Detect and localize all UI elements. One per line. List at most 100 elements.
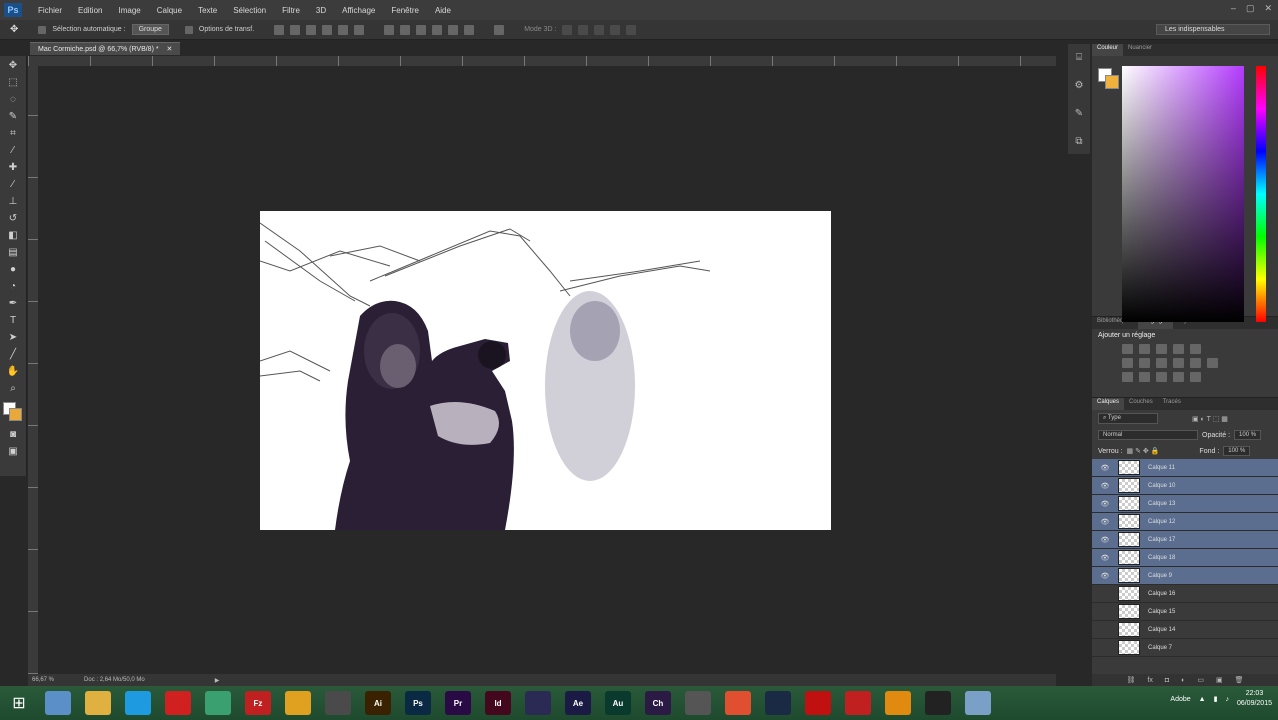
taskbar-ring-app-icon[interactable] [325,691,351,715]
black-white-icon[interactable] [1156,358,1167,368]
layer-row[interactable]: 👁 Calque 17 [1092,531,1278,549]
zoom-level[interactable]: 66,67 % [32,677,54,683]
brightness-icon[interactable] [1122,344,1133,354]
threshold-icon[interactable] [1156,372,1167,382]
visibility-eye-icon[interactable]: 👁 [1098,518,1112,526]
taskbar-audition-icon[interactable]: Au [605,691,631,715]
layer-row[interactable]: Calque 16 [1092,585,1278,603]
distribute-bottom-icon[interactable] [416,24,427,35]
delete-layer-icon[interactable]: 🗑 [1235,676,1244,684]
taskbar-filezilla-icon[interactable]: Fz [245,691,271,715]
dodge-tool-icon[interactable]: ◔ [6,280,20,294]
clone-source-panel-icon[interactable]: ⧉ [1073,136,1085,148]
history-brush-tool-icon[interactable]: ↺ [6,212,20,226]
pen-tool-icon[interactable]: ✒ [6,297,20,311]
move-tool-icon[interactable]: ✥ [10,24,18,35]
align-left-icon[interactable] [322,24,333,35]
new-layer-icon[interactable]: ▣ [1216,676,1223,684]
tab-couleur[interactable]: Couleur [1092,44,1124,56]
vibrance-icon[interactable] [1190,344,1201,354]
taskbar-illustrator-icon[interactable]: Ai [365,691,391,715]
hue-slider[interactable] [1256,66,1266,322]
status-menu-arrow-icon[interactable]: ▶ [215,677,220,684]
taskbar-character-animator-icon[interactable]: Ch [645,691,671,715]
properties-panel-icon[interactable]: ⚙ [1073,80,1085,92]
menu-fenetre[interactable]: Fenêtre [383,6,427,15]
fill-field[interactable]: 100 % [1223,446,1251,456]
workspace-dropdown[interactable]: Les indispensables [1156,24,1270,35]
auto-align-icon[interactable] [494,24,505,35]
3d-slide-icon[interactable] [610,24,621,35]
visibility-eye-icon[interactable]: 👁 [1098,482,1112,490]
layer-name[interactable]: Calque 13 [1148,501,1175,507]
channel-mixer-icon[interactable] [1190,358,1201,368]
layer-name[interactable]: Calque 12 [1148,519,1175,525]
layer-row[interactable]: Calque 7 [1092,639,1278,657]
layer-row[interactable]: 👁 Calque 9 [1092,567,1278,585]
crop-tool-icon[interactable]: ⌗ [6,127,20,141]
visibility-eye-icon[interactable]: 👁 [1098,554,1112,562]
link-layers-icon[interactable]: ⛓ [1127,676,1136,684]
align-vcenter-icon[interactable] [290,24,301,35]
tab-couches[interactable]: Couches [1124,398,1158,410]
3d-roll-icon[interactable] [578,24,589,35]
posterize-icon[interactable] [1139,372,1150,382]
taskbar-premiere-icon[interactable]: Pr [445,691,471,715]
menu-selection[interactable]: Sélection [225,6,274,15]
brush-panel-icon[interactable]: ✎ [1073,108,1085,120]
screen-mode-icon[interactable]: ▣ [6,445,20,459]
visibility-eye-icon[interactable]: 👁 [1098,464,1112,472]
move-tool-icon[interactable]: ✥ [6,59,20,73]
levels-icon[interactable] [1139,344,1150,354]
distribute-right-icon[interactable] [464,24,475,35]
visibility-eye-icon[interactable]: 👁 [1098,500,1112,508]
tray-expand-icon[interactable]: ▲ [1199,696,1206,703]
distribute-vcenter-icon[interactable] [400,24,411,35]
shape-tool-icon[interactable]: ╱ [6,348,20,362]
history-panel-icon[interactable]: ⌸ [1073,52,1085,64]
filter-icons[interactable]: ▣ ◐ T ⬚ ▦ [1192,415,1228,423]
menu-affichage[interactable]: Affichage [334,6,383,15]
layer-name[interactable]: Calque 11 [1148,465,1175,471]
new-group-icon[interactable]: ▭ [1197,676,1204,684]
minimize-icon[interactable]: – [1231,3,1236,14]
tray-label[interactable]: Adobe [1170,696,1190,703]
background-color-swatch[interactable] [9,408,22,421]
3d-scale-icon[interactable] [626,24,637,35]
layer-row[interactable]: 👁 Calque 18 [1092,549,1278,567]
healing-brush-tool-icon[interactable]: ✚ [6,161,20,175]
lasso-tool-icon[interactable]: ◌ [6,93,20,107]
opacity-field[interactable]: 100 % [1234,430,1262,440]
hue-saturation-icon[interactable] [1122,358,1133,368]
tab-nuancier[interactable]: Nuancier [1123,44,1157,56]
auto-select-dropdown[interactable]: Groupe [131,24,169,35]
menu-aide[interactable]: Aide [427,6,459,15]
distribute-top-icon[interactable] [384,24,395,35]
taskbar-media-encoder-icon[interactable] [525,691,551,715]
eyedropper-tool-icon[interactable]: ⁄ [6,144,20,158]
visibility-eye-icon[interactable]: 👁 [1098,536,1112,544]
align-right-icon[interactable] [354,24,365,35]
menu-fichier[interactable]: Fichier [30,6,70,15]
close-icon[interactable]: ✕ [1264,3,1272,14]
menu-calque[interactable]: Calque [149,6,190,15]
layer-filter-dropdown[interactable]: ⌕ Type [1098,413,1158,424]
taskbar-vlc-icon[interactable] [885,691,911,715]
gradient-tool-icon[interactable]: ▤ [6,246,20,260]
layer-name[interactable]: Calque 18 [1148,555,1175,561]
3d-rotate-icon[interactable] [562,24,573,35]
menu-image[interactable]: Image [110,6,148,15]
layer-row[interactable]: 👁 Calque 12 [1092,513,1278,531]
document-canvas[interactable] [259,211,831,530]
layer-name[interactable]: Calque 17 [1148,537,1175,543]
layer-row[interactable]: 👁 Calque 11 [1092,459,1278,477]
layer-name[interactable]: Calque 7 [1148,645,1172,651]
taskbar-explorer-icon[interactable] [45,691,71,715]
layer-name[interactable]: Calque 9 [1148,573,1172,579]
align-bottom-icon[interactable] [306,24,317,35]
align-hcenter-icon[interactable] [338,24,349,35]
photo-filter-icon[interactable] [1173,358,1184,368]
auto-select-checkbox[interactable] [38,25,47,34]
network-icon[interactable]: ▮ [1214,695,1218,703]
selective-color-icon[interactable] [1190,372,1201,382]
